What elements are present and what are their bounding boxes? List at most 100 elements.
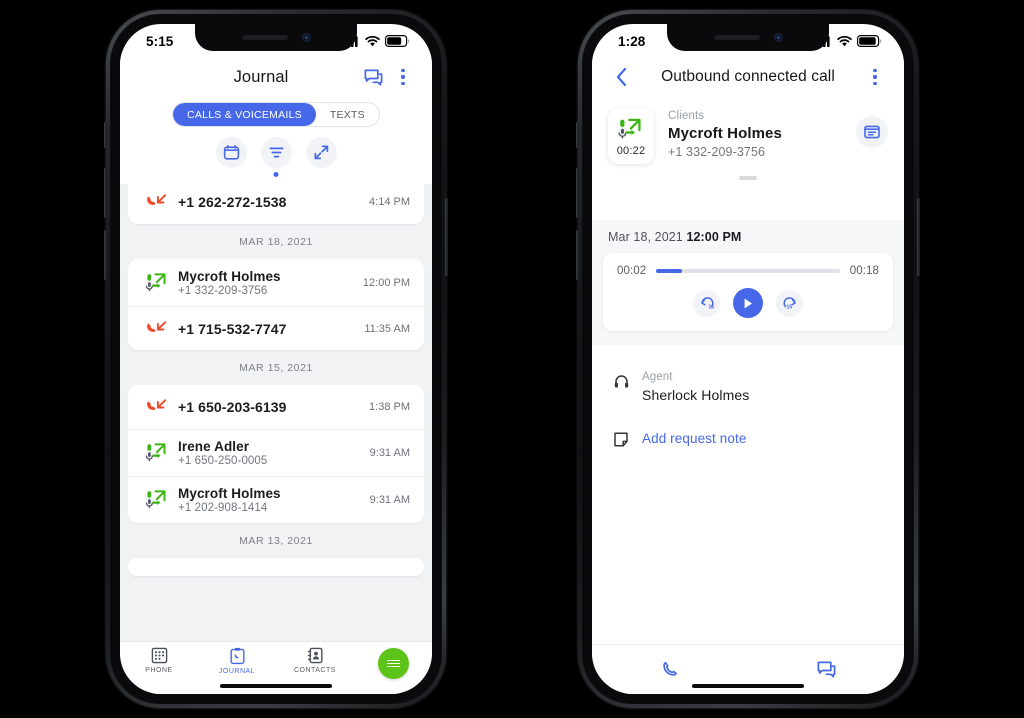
call-duration: 00:22	[616, 144, 646, 157]
journal-card: +1 650-203-6139 1:38 PM Irene Adler +1 6…	[128, 385, 424, 523]
journal-card: Mycroft Holmes +1 332-209-3756 12:00 PM	[128, 259, 424, 350]
wifi-icon	[365, 35, 380, 46]
filter-lines-icon	[269, 147, 283, 158]
phone-device-right: 1:28 Outbound connected call 00:22 Clien…	[576, 10, 920, 708]
arrows-diagonal-icon	[314, 145, 328, 160]
headset-glyph	[614, 375, 628, 388]
row-text: Mycroft Holmes +1 202-908-1414	[172, 486, 362, 514]
calendar-filter-button[interactable]	[215, 137, 247, 168]
missed-call-glyph	[147, 194, 167, 205]
svg-text:15: 15	[786, 305, 792, 311]
screen-journal: 5:15 Journal CALLS & VOICEMAILS TEXTS +1…	[120, 24, 432, 694]
back-button[interactable]	[606, 62, 636, 92]
status-time: 1:28	[618, 33, 646, 49]
row-time: 9:31 AM	[369, 494, 410, 506]
row-title: +1 715-532-7747	[178, 320, 287, 337]
tab-texts[interactable]: TEXTS	[316, 103, 379, 126]
table-row[interactable]: Irene Adler +1 650-250-0005 9:31 AM	[128, 429, 424, 476]
day-separator: MAR 13, 2021	[239, 535, 313, 547]
agent-name: Sherlock Holmes	[642, 387, 750, 403]
volume-down-button[interactable]	[104, 230, 107, 280]
nav-item-journal[interactable]: JOURNAL	[198, 647, 276, 675]
more-vertical-icon[interactable]	[860, 62, 890, 92]
direction-filter-button[interactable]	[305, 137, 337, 168]
phone-icon	[662, 661, 677, 676]
note-icon	[608, 429, 634, 448]
missed-call-icon	[142, 318, 172, 340]
progress-fill	[656, 269, 682, 273]
page-title: Outbound connected call	[661, 68, 835, 85]
agent-text: Agent Sherlock Holmes	[634, 371, 749, 403]
row-text: Mycroft Holmes +1 332-209-3756	[172, 269, 355, 297]
volume-down-button[interactable]	[576, 230, 579, 280]
play-icon	[744, 298, 752, 308]
row-text: +1 715-532-7747	[172, 321, 356, 337]
home-indicator[interactable]	[692, 684, 804, 688]
kebab-dots	[873, 69, 877, 85]
row-subtitle: +1 202-908-1414	[178, 502, 268, 514]
nav-item-contacts[interactable]: CONTACTS	[276, 647, 354, 674]
table-row[interactable]: Mycroft Holmes +1 332-209-3756 12:00 PM	[128, 259, 424, 306]
status-time: 5:15	[146, 33, 174, 49]
clipboard-phone-icon	[230, 647, 245, 665]
note-glyph	[614, 432, 628, 447]
earpiece-speaker	[713, 35, 760, 40]
message-icon[interactable]	[358, 62, 388, 92]
power-button[interactable]	[917, 198, 920, 276]
row-title: +1 262-272-1538	[178, 194, 287, 210]
app-bar-journal: Journal	[120, 54, 432, 100]
phone-device-left: 5:15 Journal CALLS & VOICEMAILS TEXTS +1…	[104, 10, 448, 708]
journal-list[interactable]: +1 262-272-1538 4:14 PM MAR 18, 2021 Myc…	[120, 184, 432, 642]
home-indicator[interactable]	[220, 684, 332, 688]
missed-call-icon	[142, 396, 172, 418]
filter-row	[120, 137, 432, 177]
notch	[195, 24, 357, 51]
missed-call-glyph	[147, 399, 167, 410]
missed-call-glyph	[147, 320, 167, 332]
add-request-note-row[interactable]: Add request note	[608, 403, 888, 448]
front-camera-icon	[773, 33, 783, 42]
notch	[667, 24, 829, 51]
silent-switch[interactable]	[104, 122, 107, 148]
menu-fab-wrap	[354, 647, 432, 679]
table-row[interactable]: +1 650-203-6139 1:38 PM	[128, 385, 424, 429]
power-button[interactable]	[445, 198, 448, 276]
recording-date: Mar 18, 2021	[608, 230, 683, 244]
recording-time: 12:00 PM	[686, 230, 742, 244]
outbound-voicemail-icon	[142, 271, 172, 295]
forward-15-button[interactable]: 15	[776, 289, 803, 317]
screen-call-detail: 1:28 Outbound connected call 00:22 Clien…	[592, 24, 904, 694]
note-card-button[interactable]	[856, 116, 888, 148]
recording-datetime: Mar 18, 2021 12:00 PM	[592, 230, 904, 253]
headset-icon	[608, 371, 634, 390]
nav-item-phone[interactable]: PHONE	[120, 647, 198, 674]
progress-slider[interactable]	[656, 269, 840, 273]
dialpad-icon	[151, 647, 167, 664]
audio-player: 00:02 00:18 15 15	[603, 253, 893, 331]
table-row[interactable]: +1 262-272-1538 4:14 PM	[128, 184, 424, 224]
add-request-note-link[interactable]: Add request note	[634, 431, 746, 446]
row-time: 11:35 AM	[364, 322, 410, 335]
row-subtitle: +1 332-209-3756	[178, 284, 268, 297]
segmented-tabs: CALLS & VOICEMAILS TEXTS	[120, 102, 432, 127]
menu-fab[interactable]	[377, 648, 409, 679]
tab-group: CALLS & VOICEMAILS TEXTS	[172, 102, 380, 127]
journal-card: +1 262-272-1538 4:14 PM	[128, 184, 424, 224]
play-button[interactable]	[733, 288, 763, 318]
call-type-thumbnail: 00:22	[608, 108, 654, 164]
more-vertical-icon[interactable]	[388, 62, 418, 92]
tab-calls-voicemails[interactable]: CALLS & VOICEMAILS	[173, 103, 316, 126]
volume-up-button[interactable]	[104, 168, 107, 218]
table-row[interactable]: Mycroft Holmes +1 202-908-1414 9:31 AM	[128, 476, 424, 523]
volume-up-button[interactable]	[576, 168, 579, 218]
outbound-voicemail-glyph	[144, 443, 166, 462]
rewind-15-button[interactable]: 15	[693, 289, 720, 317]
row-text: +1 262-272-1538	[172, 194, 361, 210]
journal-card-partial	[128, 558, 424, 576]
silent-switch[interactable]	[576, 122, 579, 148]
sort-filter-button[interactable]	[260, 137, 292, 177]
outbound-voicemail-glyph	[144, 272, 166, 291]
forward-15-icon: 15	[782, 297, 796, 311]
table-row[interactable]: +1 715-532-7747 11:35 AM	[128, 306, 424, 350]
drag-handle[interactable]	[739, 176, 757, 180]
